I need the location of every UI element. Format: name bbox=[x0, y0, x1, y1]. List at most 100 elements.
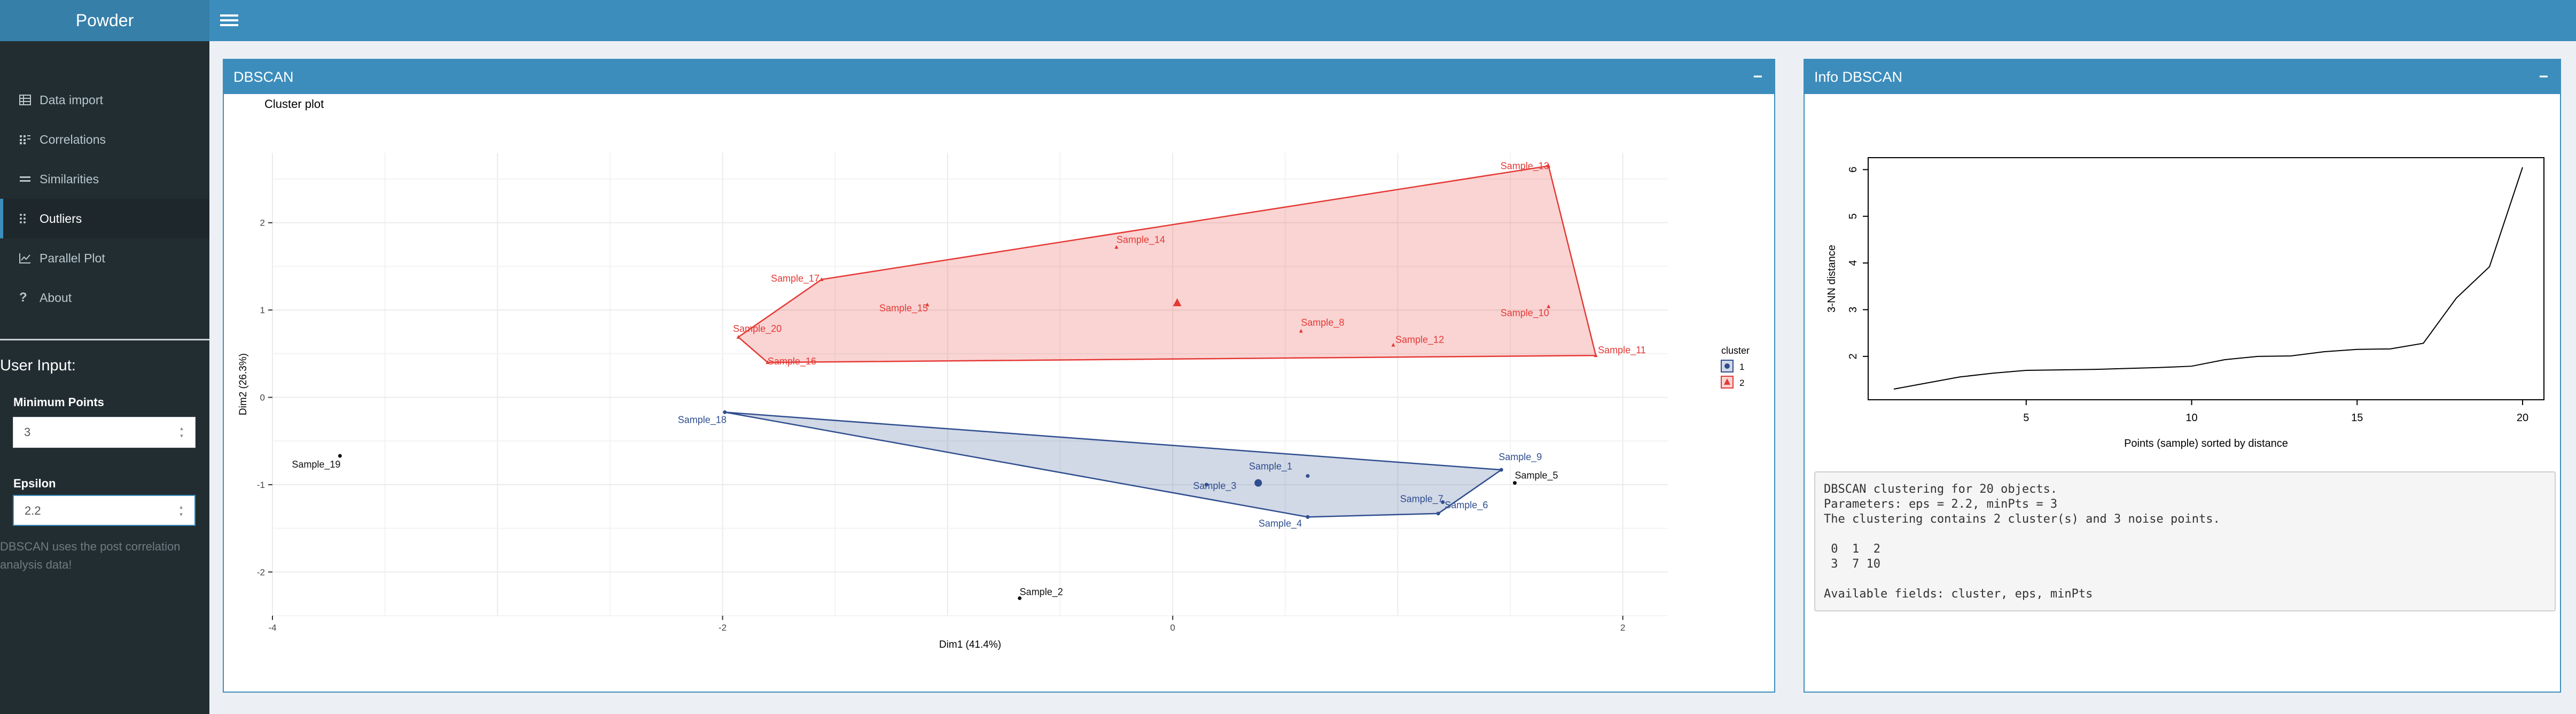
point-label: Sample_18 bbox=[678, 414, 727, 425]
user-input-title: User Input: bbox=[0, 357, 76, 374]
sidebar-item-data-import[interactable]: Data import bbox=[0, 80, 209, 120]
hamburger-menu-icon[interactable] bbox=[220, 12, 238, 30]
y-tick-label: 4 bbox=[1847, 260, 1859, 266]
sidebar-note: DBSCAN uses the post correlation analysi… bbox=[0, 540, 181, 571]
x-tick-label: 2 bbox=[1620, 623, 1625, 633]
point-label: Sample_16 bbox=[768, 356, 816, 367]
point-label: Sample_17 bbox=[771, 273, 819, 284]
x-tick-label: 5 bbox=[2023, 412, 2029, 424]
y-tick-label: 2 bbox=[1847, 353, 1859, 359]
point-label: Sample_12 bbox=[1395, 334, 1444, 345]
x-tick-label: -2 bbox=[719, 623, 727, 633]
point-marker bbox=[723, 410, 727, 414]
sidebar-item-outliers[interactable]: Outliers bbox=[0, 199, 209, 238]
x-axis-label: Points (sample) sorted by distance bbox=[2124, 438, 2288, 449]
braille-icon bbox=[19, 213, 40, 224]
sidebar-menu: Data import Correlations Similarities Ou… bbox=[0, 80, 209, 317]
legend-label: 1 bbox=[1739, 362, 1744, 372]
collapse-icon[interactable]: − bbox=[1753, 60, 1762, 94]
y-axis-label: Dim2 (26.3%) bbox=[238, 353, 249, 415]
x-tick-label: 15 bbox=[2351, 412, 2363, 424]
sidebar: Powder Data import Correlations Similari… bbox=[0, 0, 209, 714]
sidebar-item-parallel-plot[interactable]: Parallel Plot bbox=[0, 238, 209, 278]
x-tick-label: 20 bbox=[2517, 412, 2528, 424]
sidebar-item-similarities[interactable]: Similarities bbox=[0, 159, 209, 199]
knn-distance-plot: 5 10 15 20 2 3 4 5 6 Points (sample) sorted by di… bbox=[1826, 157, 2544, 449]
sidebar-item-label: Outliers bbox=[40, 211, 82, 226]
info-box-header: Info DBSCAN − bbox=[1805, 60, 2560, 94]
th-icon bbox=[19, 134, 40, 145]
point-label: Sample_15 bbox=[879, 302, 928, 314]
cluster-1-centroid bbox=[1254, 479, 1262, 487]
point-marker bbox=[1306, 474, 1310, 478]
point-marker bbox=[1436, 511, 1440, 516]
sidebar-item-correlations[interactable]: Correlations bbox=[0, 120, 209, 159]
point-label: Sample_19 bbox=[292, 459, 340, 470]
sidebar-item-label: About bbox=[40, 290, 72, 305]
sidebar-item-about[interactable]: ? About bbox=[0, 278, 209, 317]
point-label: Sample_3 bbox=[1193, 480, 1236, 492]
question-icon: ? bbox=[19, 290, 27, 305]
sidebar-item-label: Similarities bbox=[40, 172, 99, 186]
y-tick-label: 0 bbox=[260, 393, 265, 403]
point-label: Sample_4 bbox=[1259, 518, 1302, 529]
y-tick-label: 3 bbox=[1847, 307, 1859, 313]
cluster-plot: Cluster plot -4 -2 0 2 -2 -1 0 1 2 Dim1 (41.4%) Dim… bbox=[238, 97, 1750, 650]
dbscan-box-header: DBSCAN − bbox=[224, 60, 1774, 94]
dbscan-box-title: DBSCAN bbox=[233, 69, 294, 85]
top-navbar bbox=[209, 0, 2576, 41]
point-marker bbox=[1499, 468, 1503, 472]
x-tick-label: -4 bbox=[268, 623, 276, 633]
table-icon bbox=[19, 95, 40, 105]
sidebar-divider bbox=[0, 339, 209, 340]
legend-label: 2 bbox=[1739, 378, 1744, 388]
point-marker bbox=[1306, 515, 1310, 519]
cluster-2-hull bbox=[737, 165, 1597, 363]
dbscan-info-output: DBSCAN clustering for 20 objects. Parame… bbox=[1814, 471, 2556, 611]
legend-marker bbox=[1724, 363, 1730, 369]
y-tick-label: 6 bbox=[1847, 167, 1859, 173]
point-label: Sample_8 bbox=[1301, 317, 1344, 328]
dbscan-box: DBSCAN − Cluster plot -4 -2 0 2 -2 -1 0 1 2 Dim1 (… bbox=[223, 59, 1775, 693]
y-axis-label: 3-NN distance bbox=[1826, 245, 1838, 313]
plot-title: Cluster plot bbox=[264, 97, 324, 111]
epsilon-input[interactable]: 2.2 ▴ ▾ bbox=[13, 495, 196, 526]
y-tick-label: 1 bbox=[260, 305, 265, 315]
info-box-title: Info DBSCAN bbox=[1814, 69, 1903, 85]
cluster-1-hull bbox=[724, 412, 1503, 518]
min-points-label: Minimum Points bbox=[13, 395, 104, 409]
y-tick-label: 2 bbox=[260, 218, 265, 228]
point-marker bbox=[338, 454, 342, 458]
point-label: Sample_20 bbox=[733, 323, 782, 335]
number-spinner-icon[interactable]: ▴ ▾ bbox=[178, 425, 185, 440]
point-label: Sample_5 bbox=[1515, 470, 1558, 482]
point-label: Sample_2 bbox=[1020, 586, 1063, 597]
sidebar-item-label: Correlations bbox=[40, 132, 106, 146]
y-tick-label: -1 bbox=[257, 480, 265, 490]
app-logo[interactable]: Powder bbox=[0, 0, 209, 41]
sidebar-item-label: Parallel Plot bbox=[40, 251, 105, 265]
point-label: Sample_1 bbox=[1249, 461, 1292, 472]
point-label: Sample_7 bbox=[1400, 494, 1443, 505]
info-dbscan-box: Info DBSCAN − 5 10 15 20 2 3 4 5 6 Points (sample… bbox=[1804, 59, 2561, 693]
y-tick-label: -2 bbox=[257, 567, 265, 577]
point-label: Sample_13 bbox=[1501, 161, 1549, 172]
knn-distance-line bbox=[1893, 167, 2523, 390]
equals-icon bbox=[19, 174, 40, 184]
collapse-icon[interactable]: − bbox=[2539, 60, 2548, 94]
min-points-value: 3 bbox=[24, 425, 31, 439]
x-tick-label: 0 bbox=[1170, 623, 1175, 633]
min-points-input[interactable]: 3 ▴ ▾ bbox=[13, 417, 196, 448]
point-marker bbox=[1513, 481, 1517, 485]
point-label: Sample_10 bbox=[1501, 308, 1549, 319]
point-label: Sample_6 bbox=[1445, 500, 1488, 511]
number-spinner-icon[interactable]: ▴ ▾ bbox=[177, 503, 185, 518]
x-axis-label: Dim1 (41.4%) bbox=[939, 639, 1001, 650]
point-label: Sample_11 bbox=[1598, 345, 1646, 356]
y-tick-label: 5 bbox=[1847, 213, 1859, 219]
legend-title: cluster bbox=[1721, 345, 1750, 356]
x-tick-label: 10 bbox=[2185, 412, 2197, 424]
sidebar-item-label: Data import bbox=[40, 92, 103, 107]
point-label: Sample_9 bbox=[1498, 452, 1542, 463]
point-label: Sample_14 bbox=[1117, 234, 1165, 245]
